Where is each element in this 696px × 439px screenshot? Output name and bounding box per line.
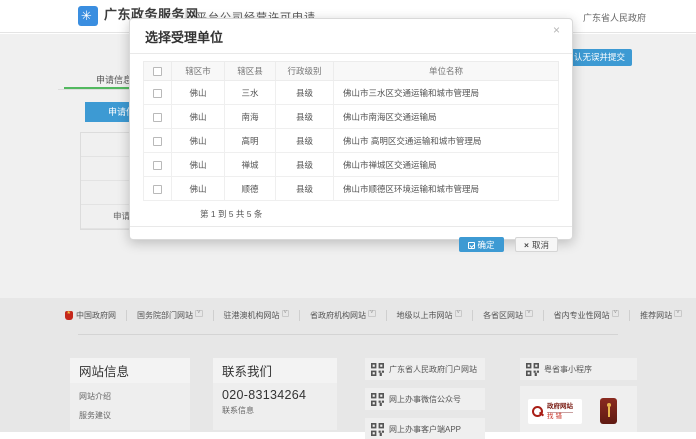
- confirm-button[interactable]: 确定: [459, 237, 504, 252]
- dropdown-caret-icon: ˅: [674, 310, 682, 317]
- confirm-check-icon: [468, 242, 475, 249]
- cancel-button[interactable]: ×取消: [515, 237, 558, 252]
- qr-link-app[interactable]: 网上办事客户端APP: [365, 418, 485, 439]
- footer-nav: 中国政府网 国务院部门网站˅ 驻港澳机构网站˅ 省政府机构网站˅ 地级以上市网站…: [65, 310, 635, 321]
- cell-unit-name: 佛山市南海区交通运输局: [334, 105, 559, 129]
- dropdown-caret-icon: ˅: [612, 310, 620, 317]
- column-header-city: 辖区市: [172, 62, 225, 81]
- dialog-divider: [130, 53, 572, 54]
- qr-link-wechat[interactable]: 网上办事微信公众号: [365, 388, 485, 410]
- contact-info-link[interactable]: 联系信息: [213, 402, 337, 416]
- service-suggestion-link[interactable]: 服务建议: [70, 402, 190, 421]
- footer-link-provincial-orgs[interactable]: 省政府机构网站˅: [300, 310, 387, 321]
- cell-unit-name: 佛山市禅城区交通运输局: [334, 153, 559, 177]
- footer-link-city-sites[interactable]: 地级以上市网站˅: [387, 310, 474, 321]
- row-checkbox[interactable]: [153, 161, 162, 170]
- select-accepting-unit-dialog: × 选择受理单位 辖区市 辖区县 行政级别 单位名称 佛山 三水 县级 佛山市三…: [129, 18, 573, 240]
- site-intro-link[interactable]: 网站介绍: [70, 383, 190, 402]
- qr-code-icon: [526, 363, 539, 376]
- cell-city: 佛山: [172, 129, 225, 153]
- footer-link-recommended-sites[interactable]: 推荐网站˅: [630, 310, 692, 321]
- table-header-row: 辖区市 辖区县 行政级别 单位名称: [144, 62, 559, 81]
- footer-link-professional-sites[interactable]: 省内专业性网站˅: [544, 310, 631, 321]
- cell-level: 县级: [276, 105, 334, 129]
- column-header-county: 辖区县: [225, 62, 276, 81]
- cell-city: 佛山: [172, 153, 225, 177]
- cell-city: 佛山: [172, 105, 225, 129]
- pagination-summary: 第 1 到 5 共 5 条: [200, 208, 559, 220]
- site-info-column: 网站信息 网站介绍 服务建议: [70, 358, 190, 430]
- select-all-checkbox[interactable]: [153, 67, 162, 76]
- contact-column: 联系我们 020-83134264 联系信息: [213, 358, 337, 430]
- footer-link-state-depts[interactable]: 国务院部门网站˅: [127, 310, 214, 321]
- row-checkbox[interactable]: [153, 137, 162, 146]
- column-header-level: 行政级别: [276, 62, 334, 81]
- dialog-footer: 确定 ×取消: [130, 226, 572, 253]
- qr-link-mini-program[interactable]: 粤省事小程序: [520, 358, 637, 380]
- dropdown-caret-icon: ˅: [455, 310, 463, 317]
- gov-portal-link[interactable]: 广东省人民政府: [583, 11, 646, 24]
- table-row[interactable]: 佛山 顺德 县级 佛山市顺德区环境运输和城市管理局: [144, 177, 559, 201]
- row-checkbox[interactable]: [153, 89, 162, 98]
- qr-code-icon: [371, 393, 384, 406]
- form-field-label: 申请: [113, 210, 130, 222]
- cell-unit-name: 佛山市 高明区交通运输和城市管理局: [334, 129, 559, 153]
- close-icon[interactable]: ×: [553, 23, 560, 37]
- cell-level: 县级: [276, 81, 334, 105]
- dropdown-caret-icon: ˅: [368, 310, 376, 317]
- footer-divider: [78, 334, 618, 335]
- cell-county: 顺德: [225, 177, 276, 201]
- row-checkbox[interactable]: [153, 185, 162, 194]
- dropdown-caret-icon: ˅: [525, 310, 533, 317]
- table-row[interactable]: 佛山 高明 县级 佛山市 高明区交通运输和城市管理局: [144, 129, 559, 153]
- footer-link-china-gov[interactable]: 中国政府网: [65, 310, 127, 321]
- dropdown-caret-icon: ˅: [195, 310, 203, 317]
- site-info-heading: 网站信息: [70, 358, 190, 383]
- contact-heading: 联系我们: [213, 358, 337, 383]
- tab-application-info[interactable]: 申请信息: [96, 73, 132, 86]
- cell-unit-name: 佛山市三水区交通运输和城市管理局: [334, 81, 559, 105]
- row-checkbox[interactable]: [153, 113, 162, 122]
- cell-level: 县级: [276, 153, 334, 177]
- qr-code-icon: [371, 423, 384, 436]
- table-row[interactable]: 佛山 南海 县级 佛山市南海区交通运输局: [144, 105, 559, 129]
- accepting-unit-table: 辖区市 辖区县 行政级别 单位名称 佛山 三水 县级 佛山市三水区交通运输和城市…: [143, 61, 559, 201]
- gov-site-error-report-badge[interactable]: 政府网站 找错: [528, 399, 582, 424]
- dialog-title: 选择受理单位: [143, 19, 559, 53]
- site-logo-icon: [78, 6, 98, 26]
- cancel-x-icon: ×: [524, 240, 529, 250]
- cell-level: 县级: [276, 177, 334, 201]
- table-row[interactable]: 佛山 三水 县级 佛山市三水区交通运输和城市管理局: [144, 81, 559, 105]
- contact-phone: 020-83134264: [213, 383, 337, 402]
- cell-level: 县级: [276, 129, 334, 153]
- footer-link-hk-macau[interactable]: 驻港澳机构网站˅: [214, 310, 301, 321]
- tab-bar-divider: [58, 89, 129, 90]
- cell-unit-name: 佛山市顺德区环境运输和城市管理局: [334, 177, 559, 201]
- magnifier-icon: [531, 405, 544, 418]
- badge-panel: 政府网站 找错: [520, 386, 637, 432]
- bottom-strip: [0, 432, 696, 439]
- qr-code-icon: [371, 363, 384, 376]
- cell-county: 高明: [225, 129, 276, 153]
- dropdown-caret-icon: ˅: [282, 310, 290, 317]
- national-emblem-icon: [65, 311, 73, 320]
- cell-county: 三水: [225, 81, 276, 105]
- cell-county: 南海: [225, 105, 276, 129]
- column-header-unit-name: 单位名称: [334, 62, 559, 81]
- footer-link-province-sites[interactable]: 各省区网站˅: [473, 310, 544, 321]
- gov-identification-badge-icon[interactable]: [600, 398, 617, 424]
- cell-city: 佛山: [172, 81, 225, 105]
- qr-link-gd-portal[interactable]: 广东省人民政府门户网站: [365, 358, 485, 380]
- select-all-cell: [144, 62, 172, 81]
- table-row[interactable]: 佛山 禅城 县级 佛山市禅城区交通运输局: [144, 153, 559, 177]
- cell-county: 禅城: [225, 153, 276, 177]
- cell-city: 佛山: [172, 177, 225, 201]
- active-tab-underline: [64, 87, 129, 89]
